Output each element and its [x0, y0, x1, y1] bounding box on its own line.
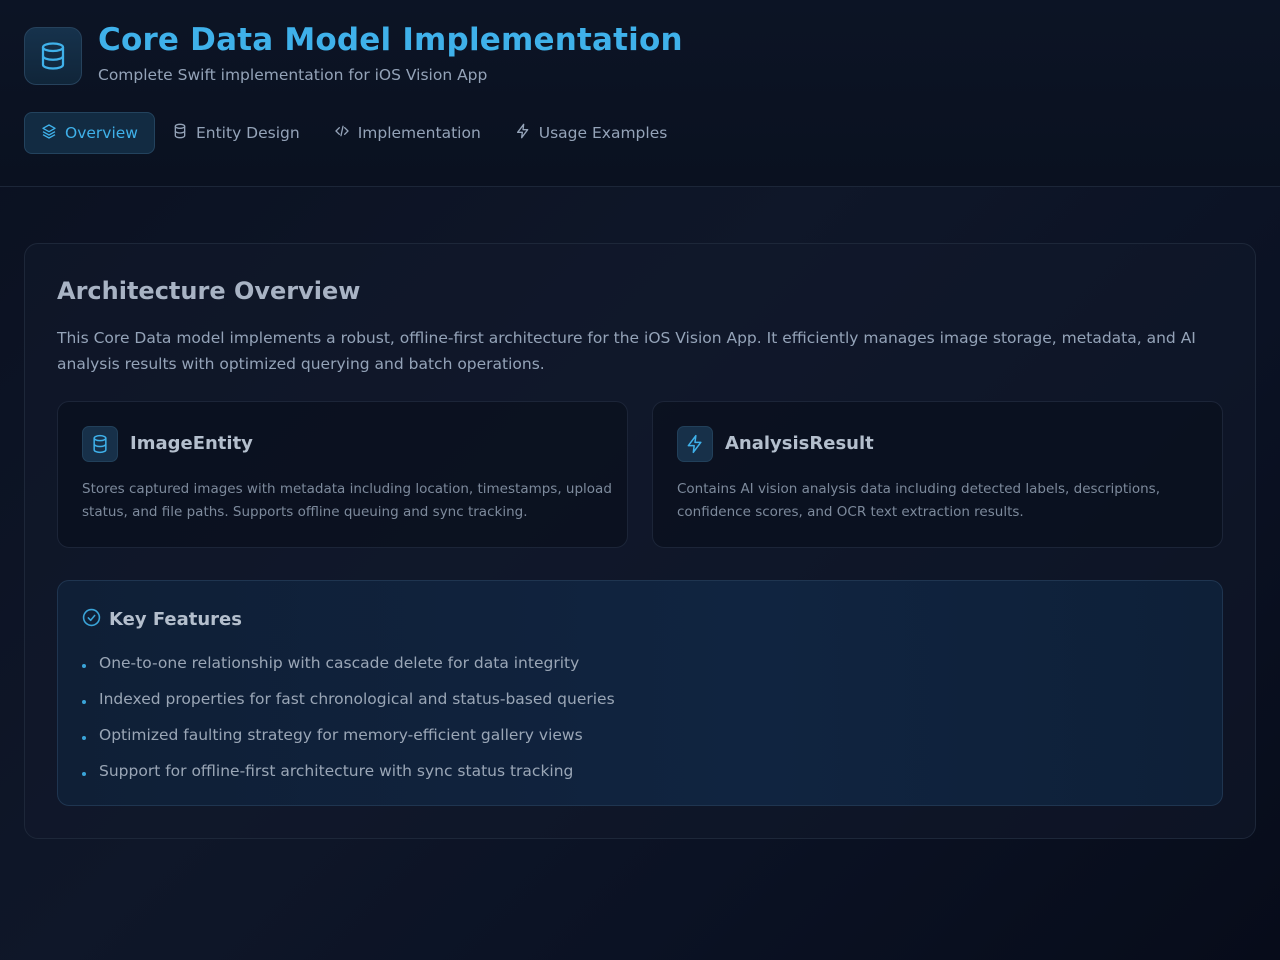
section-title: Architecture Overview	[57, 277, 361, 305]
tab-entity-design[interactable]: Entity Design	[155, 112, 317, 154]
check-circle-icon	[82, 608, 101, 631]
card-title: ImageEntity	[130, 433, 253, 454]
architecture-overview-panel: Architecture Overview This Core Data mod…	[24, 243, 1256, 839]
code-icon	[334, 123, 350, 143]
lightning-icon	[515, 123, 531, 143]
features-title: Key Features	[109, 609, 242, 630]
feature-text: Support for offline-first architecture w…	[99, 762, 574, 780]
bullet-icon	[82, 771, 86, 776]
card-description: Stores captured images with metadata inc…	[82, 481, 612, 520]
key-features-box: Key Features One-to-one relationship wit…	[57, 580, 1223, 806]
list-item: Optimized faulting strategy for memory-e…	[82, 717, 615, 753]
list-item: One-to-one relationship with cascade del…	[82, 645, 615, 681]
tab-bar: Overview Entity Design Implementation Us…	[24, 112, 684, 154]
page-subtitle: Complete Swift implementation for iOS Vi…	[98, 66, 488, 84]
feature-text: One-to-one relationship with cascade del…	[99, 654, 580, 672]
card-description: Contains AI vision analysis data includi…	[677, 481, 1161, 520]
tab-label: Overview	[65, 124, 138, 142]
tab-label: Usage Examples	[538, 124, 668, 142]
list-item: Indexed properties for fast chronologica…	[82, 681, 615, 717]
layers-icon	[41, 123, 57, 143]
entity-card-image: ImageEntity Stores captured images with …	[57, 401, 628, 548]
tab-implementation[interactable]: Implementation	[317, 112, 498, 154]
tab-usage-examples[interactable]: Usage Examples	[498, 112, 685, 154]
feature-text: Indexed properties for fast chronologica…	[99, 690, 615, 708]
card-title: AnalysisResult	[725, 433, 874, 454]
database-icon	[172, 123, 188, 143]
bullet-icon	[82, 735, 86, 740]
app-header: Core Data Model Implementation Complete …	[0, 0, 1280, 187]
entity-card-analysis: AnalysisResult Contains AI vision analys…	[652, 401, 1223, 548]
feature-list: One-to-one relationship with cascade del…	[82, 645, 615, 789]
feature-text: Optimized faulting strategy for memory-e…	[99, 726, 583, 744]
database-icon	[24, 27, 82, 85]
lightning-icon	[677, 426, 713, 462]
tab-label: Entity Design	[195, 124, 300, 142]
page-title: Core Data Model Implementation	[98, 22, 683, 58]
tab-label: Implementation	[357, 124, 481, 142]
database-icon	[82, 426, 118, 462]
bullet-icon	[82, 663, 86, 668]
bullet-icon	[82, 699, 86, 704]
tab-overview[interactable]: Overview	[24, 112, 155, 154]
section-description: This Core Data model implements a robust…	[57, 329, 1196, 373]
list-item: Support for offline-first architecture w…	[82, 753, 615, 789]
